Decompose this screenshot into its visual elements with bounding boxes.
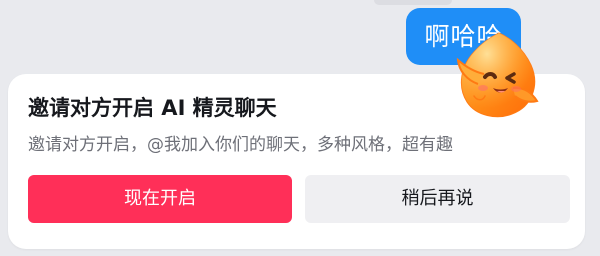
peach-sprite-mascot-icon bbox=[454, 30, 544, 120]
invite-title: 邀请对方开启 AI 精灵聊天 bbox=[28, 96, 277, 120]
previous-message-edge bbox=[374, 0, 452, 5]
chat-screen: 啊哈哈 邀请对方开启 AI 精灵聊天 邀请对方开启，@我加入你们的聊天，多种风格… bbox=[0, 0, 600, 256]
invite-description: 邀请对方开启，@我加入你们的聊天，多种风格，超有趣 bbox=[28, 135, 453, 155]
later-button[interactable]: 稍后再说 bbox=[305, 175, 570, 223]
enable-now-button[interactable]: 现在开启 bbox=[28, 175, 292, 223]
